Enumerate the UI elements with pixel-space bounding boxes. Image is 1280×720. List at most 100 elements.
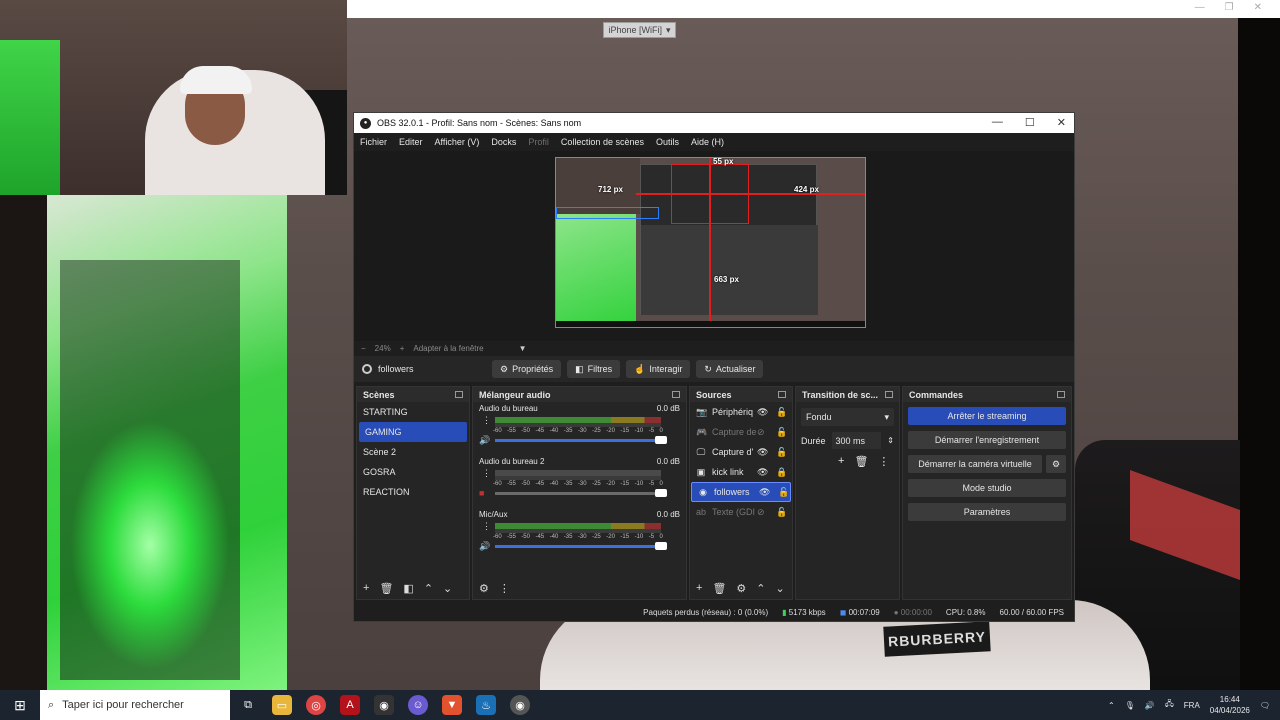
eye-icon[interactable]: 👁 — [757, 447, 768, 458]
trash-icon[interactable]: 🗑 — [712, 582, 726, 595]
volume-slider-handle[interactable] — [655, 436, 667, 444]
menu-tools[interactable]: Outils — [656, 137, 679, 147]
transition-select[interactable]: Fondu ▾ — [801, 408, 894, 426]
menu-profile[interactable]: Profil — [528, 137, 549, 147]
scene-item[interactable]: GOSRA — [357, 462, 469, 482]
source-item[interactable]: 📷 Périphériq 👁 🔓 — [690, 402, 792, 422]
maximize-icon[interactable]: ☐ — [1025, 116, 1035, 129]
close-icon[interactable]: ✕ — [1057, 116, 1066, 129]
arrow-down-icon[interactable]: ⌄ — [776, 582, 785, 595]
windows-start-icon[interactable]: ⊞ — [0, 690, 40, 720]
lock-icon[interactable]: 🔓 — [776, 427, 787, 438]
lock-icon[interactable]: 🔓 — [776, 407, 787, 418]
properties-button[interactable]: ⚙ Propriétés — [492, 360, 562, 378]
steam-icon[interactable]: ♨ — [476, 695, 496, 715]
chevron-up-icon[interactable]: ⌃ — [1108, 701, 1115, 710]
spin-icon[interactable]: ⇕ — [887, 436, 894, 445]
settings-button[interactable]: Paramètres — [908, 503, 1066, 521]
fit-to-window-button[interactable]: Adapter à la fenêtre — [413, 344, 483, 353]
minimize-icon[interactable]: — — [1195, 2, 1205, 13]
speaker-icon[interactable]: 🔊 — [479, 541, 490, 552]
menu-scene-collection[interactable]: Collection de scènes — [561, 137, 644, 147]
arrow-down-icon[interactable]: ⌄ — [443, 582, 452, 595]
notification-icon[interactable]: 🗨 — [1260, 701, 1270, 710]
zoom-in-button[interactable]: + — [400, 344, 405, 353]
minimize-icon[interactable]: — — [992, 116, 1003, 129]
language-indicator[interactable]: FRA — [1184, 701, 1200, 710]
scene-item[interactable]: STARTING — [357, 402, 469, 422]
speaker-muted-icon[interactable]: ■ — [479, 488, 484, 498]
taskbar-search[interactable]: ⌕ Taper ici pour rechercher — [40, 690, 230, 720]
speaker-icon[interactable]: 🔊 — [479, 435, 490, 446]
obs-app-icon[interactable]: ◉ — [374, 695, 394, 715]
eye-hidden-icon[interactable]: ⊘ — [757, 427, 765, 438]
menu-docks[interactable]: Docks — [491, 137, 516, 147]
volume-slider[interactable] — [495, 436, 667, 444]
stop-streaming-button[interactable]: Arrêter le streaming — [908, 407, 1066, 425]
lock-icon[interactable]: 🔓 — [776, 447, 787, 458]
start-virtual-camera-button[interactable]: Démarrer la caméra virtuelle — [908, 455, 1042, 473]
volume-slider[interactable] — [495, 489, 667, 497]
menu-file[interactable]: Fichier — [360, 137, 387, 147]
start-recording-button[interactable]: Démarrer l'enregistrement — [908, 431, 1066, 449]
eye-icon[interactable]: 👁 — [759, 487, 770, 498]
refresh-button[interactable]: ↻ Actualiser — [696, 360, 764, 378]
zoom-out-button[interactable]: − — [361, 344, 366, 353]
eye-icon[interactable]: 👁 — [757, 407, 768, 418]
chevron-down-icon[interactable]: ▼ — [519, 344, 527, 353]
lock-closed-icon[interactable]: 🔒 — [776, 467, 787, 478]
eye-hidden-icon[interactable]: ⊘ — [757, 507, 765, 518]
trash-icon[interactable]: 🗑 — [379, 582, 393, 595]
speaker-icon[interactable]: 🔊 — [1145, 701, 1155, 710]
menu-view[interactable]: Afficher (V) — [435, 137, 480, 147]
file-explorer-icon[interactable]: ▭ — [272, 695, 292, 715]
undock-icon[interactable] — [1057, 391, 1065, 398]
program-preview[interactable]: 55 px 712 px 424 px 663 px — [555, 157, 866, 328]
source-item[interactable]: ▣ kick link 👁 🔒 — [690, 462, 792, 482]
more-icon[interactable]: ⋮ — [878, 455, 889, 468]
iphone-device-chip[interactable]: iPhone [WiFi] ▾ — [603, 22, 676, 38]
source-item[interactable]: ab Texte (GDI ⊘ 🔓 — [690, 502, 792, 522]
more-icon[interactable]: ⋮ — [482, 415, 491, 426]
scene-item[interactable]: GAMING — [359, 422, 467, 442]
volume-slider-handle[interactable] — [655, 542, 667, 550]
more-icon[interactable]: ⋮ — [499, 582, 510, 595]
scene-item[interactable]: Scène 2 — [357, 442, 469, 462]
lock-icon[interactable]: 🔓 — [776, 507, 787, 518]
gear-icon[interactable]: ⚙ — [1046, 455, 1066, 473]
undock-icon[interactable] — [885, 391, 893, 398]
arrow-up-icon[interactable]: ⌃ — [424, 582, 433, 595]
arrow-up-icon[interactable]: ⌃ — [756, 582, 765, 595]
task-view-icon[interactable]: ⧉ — [238, 695, 258, 715]
menu-edit[interactable]: Editer — [399, 137, 423, 147]
volume-slider-handle[interactable] — [655, 489, 667, 497]
add-icon[interactable]: + — [838, 455, 844, 468]
obs-active-icon[interactable]: ◉ — [510, 695, 530, 715]
brave-icon[interactable]: ▼ — [442, 695, 462, 715]
scene-item[interactable]: REACTION — [357, 482, 469, 502]
eye-icon[interactable]: 👁 — [757, 467, 768, 478]
add-icon[interactable]: + — [363, 582, 369, 594]
advanced-audio-icon[interactable]: ⚙ — [479, 582, 489, 595]
interact-button[interactable]: ☝ Interagir — [626, 360, 691, 378]
gear-icon[interactable]: ⚙ — [736, 582, 746, 595]
undock-icon[interactable] — [455, 391, 463, 398]
restore-icon[interactable]: ❐ — [1225, 2, 1234, 13]
discord-icon[interactable]: ☺ — [408, 695, 428, 715]
studio-mode-button[interactable]: Mode studio — [908, 479, 1066, 497]
undock-icon[interactable] — [672, 391, 680, 398]
add-icon[interactable]: + — [696, 582, 702, 594]
source-item[interactable]: 🖵 Capture d' 👁 🔓 — [690, 442, 792, 462]
more-icon[interactable]: ⋮ — [482, 521, 491, 532]
trash-icon[interactable]: 🗑 — [854, 455, 868, 468]
acrobat-icon[interactable]: A — [340, 695, 360, 715]
volume-slider[interactable] — [495, 542, 667, 550]
source-item[interactable]: 🎮 Capture de ⊘ 🔓 — [690, 422, 792, 442]
menu-help[interactable]: Aide (H) — [691, 137, 724, 147]
close-icon[interactable]: ✕ — [1254, 2, 1262, 13]
clock[interactable]: 16:44 04/04/2026 — [1210, 694, 1250, 716]
microphone-icon[interactable]: 🎙 — [1125, 701, 1135, 710]
network-icon[interactable]: 🖧 — [1165, 698, 1174, 712]
more-icon[interactable]: ⋮ — [482, 468, 491, 479]
filter-icon[interactable]: ◧ — [403, 582, 413, 595]
